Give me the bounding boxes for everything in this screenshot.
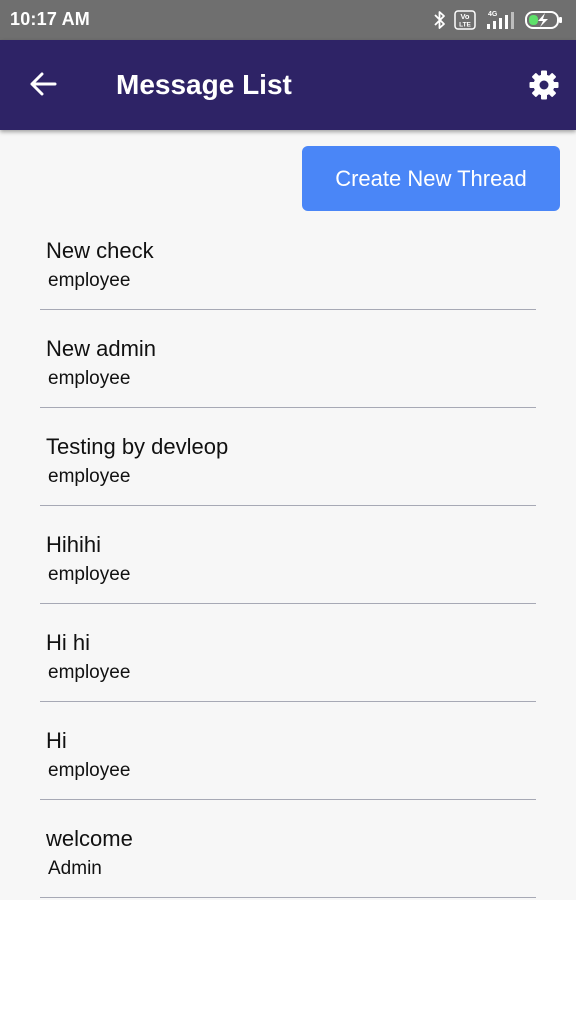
thread-item[interactable]: Hihihi employee (40, 506, 536, 604)
volte-icon: Vo LTE (454, 10, 476, 30)
thread-title: Hi (46, 728, 67, 753)
thread-title: Hi hi (46, 630, 91, 655)
thread-sender-role: employee (48, 662, 131, 683)
thread-item[interactable]: Hi hi employee (40, 604, 536, 702)
thread-title: New check (46, 238, 154, 263)
thread-title: New admin (46, 336, 157, 361)
battery-charging-icon (524, 10, 564, 30)
thread-list: New check employee New admin employee Testin… (40, 212, 536, 898)
thread-sender-role: employee (48, 564, 131, 585)
thread-item[interactable]: Testing by devleop employee (40, 408, 536, 506)
thread-sender-role: employee (48, 270, 131, 291)
thread-sender-role: employee (48, 760, 131, 781)
thread-item[interactable]: New check employee (40, 212, 536, 310)
thread-item[interactable]: New admin employee (40, 310, 536, 408)
signal-icon: 4G (484, 9, 516, 31)
gear-icon (529, 70, 559, 100)
thread-sender-role: employee (48, 368, 131, 389)
network-type-text: 4G (488, 11, 498, 18)
status-bar: 10:17 AM Vo LTE 4G (0, 0, 576, 40)
bluetooth-icon (434, 10, 446, 30)
thread-title: Hihihi (46, 532, 102, 557)
page-title: Message List (116, 69, 292, 100)
thread-title: Testing by devleop (46, 434, 229, 459)
arrow-left-icon (30, 72, 57, 96)
status-icons: Vo LTE 4G (434, 9, 564, 31)
thread-title: welcome (46, 826, 133, 851)
thread-sender-role: Admin (48, 858, 102, 879)
volte-top-text: Vo (460, 12, 469, 21)
thread-sender-role: employee (48, 466, 131, 487)
app-bar: Message List (0, 40, 576, 130)
create-new-thread-button[interactable]: Create New Thread (302, 146, 560, 211)
settings-button[interactable] (526, 67, 562, 103)
message-list-content: Create New Thread New check employee New a… (0, 130, 576, 900)
volte-bottom-text: LTE (459, 22, 471, 29)
thread-item[interactable]: welcome Admin (40, 800, 536, 898)
back-button[interactable] (24, 65, 62, 103)
thread-item[interactable]: Hi employee (40, 702, 536, 800)
status-time: 10:17 AM (10, 9, 90, 29)
